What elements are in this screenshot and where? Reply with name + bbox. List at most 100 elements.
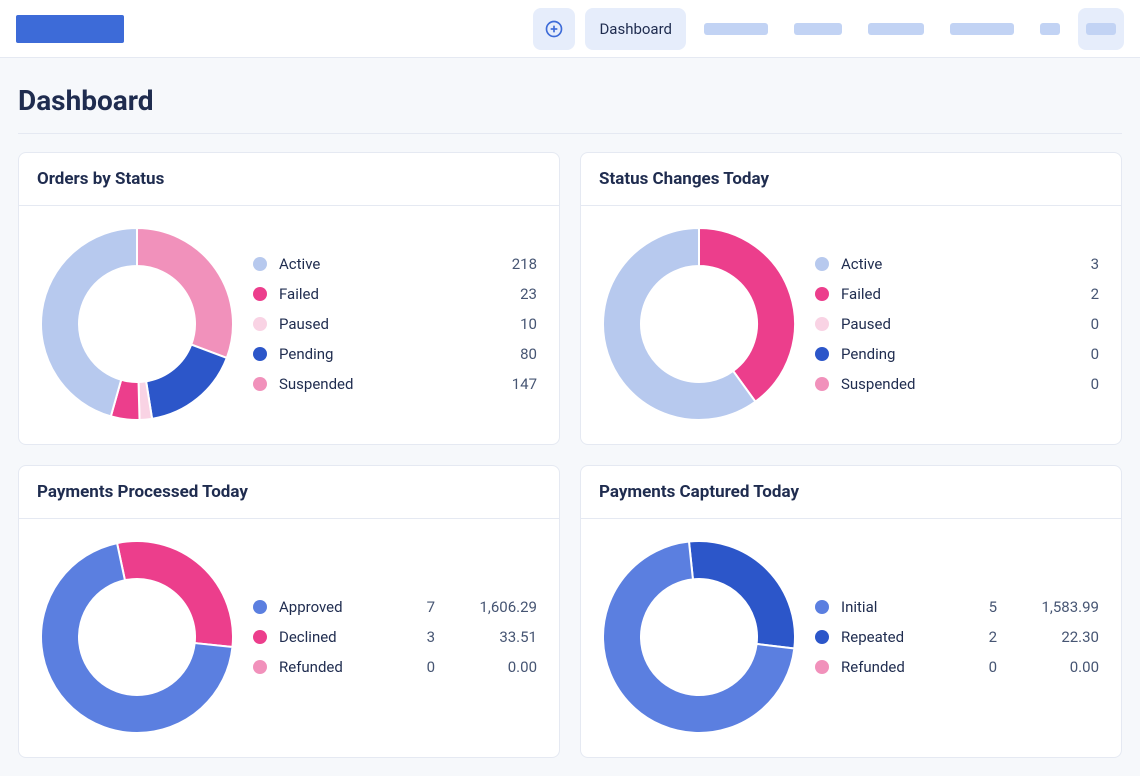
legend-label: Initial xyxy=(841,598,949,616)
legend-swatch xyxy=(815,377,829,391)
nav-tab-placeholder[interactable] xyxy=(942,8,1022,50)
legend-label: Refunded xyxy=(841,658,949,676)
legend-row-paused: Paused10 xyxy=(253,309,537,339)
legend-count: 2 xyxy=(961,628,997,646)
legend-label: Declined xyxy=(279,628,387,646)
legend-label: Active xyxy=(841,255,1027,273)
legend-row-failed: Failed2 xyxy=(815,279,1099,309)
legend-swatch xyxy=(253,660,267,674)
legend-swatch xyxy=(815,287,829,301)
plus-circle-icon xyxy=(544,19,564,39)
legend-amount: 0.00 xyxy=(1009,658,1099,676)
nav-tab-label: Dashboard xyxy=(599,20,672,38)
legend-row-suspended: Suspended 0 xyxy=(815,369,1099,399)
legend-row-paused: Paused 0 xyxy=(815,309,1099,339)
nav-tab-placeholder[interactable] xyxy=(860,8,932,50)
legend-count: 2 xyxy=(1039,285,1099,303)
panel-body: Active218Failed23Paused10Pending80Suspen… xyxy=(19,206,559,444)
donut-slice-pending xyxy=(146,345,227,419)
legend-count: 0 xyxy=(961,658,997,676)
legend-count: 0 xyxy=(1039,375,1099,393)
panel-payments-processed-today: Payments Processed Today Approved71,606.2… xyxy=(18,465,560,758)
panel-title: Payments Captured Today xyxy=(581,466,1121,519)
legend: Active 3 Failed2 Paused 0 Pending 0 Suspended 0 xyxy=(815,249,1099,399)
panel-status-changes-today: Status Changes TodayActive3Failed2Paused… xyxy=(580,152,1122,445)
donut-slice-suspended xyxy=(137,228,233,358)
legend-row-active: Active 3 xyxy=(815,249,1099,279)
legend-label: Approved xyxy=(279,598,387,616)
legend-count: 23 xyxy=(477,285,537,303)
panel-body: Approved71,606.29Declined333.51 Refunded 0… xyxy=(19,519,559,757)
legend: Approved71,606.29Declined333.51 Refunded 0… xyxy=(253,592,537,682)
legend-swatch xyxy=(253,600,267,614)
legend-swatch xyxy=(815,600,829,614)
legend-label: Suspended xyxy=(841,375,1027,393)
nav-tab-placeholder[interactable] xyxy=(696,8,776,50)
legend-amount: 22.30 xyxy=(1009,628,1099,646)
page: Dashboard Orders by Status Active 218 Faile… xyxy=(0,58,1140,776)
legend-swatch xyxy=(253,377,267,391)
legend-count: 3 xyxy=(1039,255,1099,273)
legend-row-active: Active 218 xyxy=(253,249,537,279)
legend-count: 0 xyxy=(399,658,435,676)
donut-chart xyxy=(599,537,799,737)
legend-swatch xyxy=(253,287,267,301)
nav-tab-placeholder[interactable] xyxy=(1032,8,1068,50)
page-title: Dashboard xyxy=(18,84,1122,117)
panel-title: Orders by Status xyxy=(19,153,559,206)
add-button[interactable] xyxy=(533,8,575,50)
legend-label: Paused xyxy=(841,315,1027,333)
legend-count: 10 xyxy=(477,315,537,333)
panel-orders-by-status: Orders by Status Active 218 Failed23Paused1… xyxy=(18,152,560,445)
legend-swatch xyxy=(815,257,829,271)
legend-swatch xyxy=(253,317,267,331)
legend-label: Refunded xyxy=(279,658,387,676)
legend-row-failed: Failed23 xyxy=(253,279,537,309)
legend-row-refunded: Refunded 0 0.00 xyxy=(815,652,1099,682)
donut-chart xyxy=(37,537,237,737)
legend-label: Suspended xyxy=(279,375,465,393)
donut-chart xyxy=(599,224,799,424)
legend-swatch xyxy=(815,660,829,674)
donut-slice-declined xyxy=(117,541,233,647)
legend-swatch xyxy=(815,630,829,644)
legend: Initial51,583.99Repeated222.30Refunded00… xyxy=(815,592,1099,682)
legend-row-initial: Initial 5 1,583.99 xyxy=(815,592,1099,622)
nav-tab-placeholder[interactable] xyxy=(786,8,850,50)
legend-amount: 33.51 xyxy=(447,628,537,646)
legend-row-pending: Pending80 xyxy=(253,339,537,369)
top-bar: Dashboard xyxy=(0,0,1140,58)
brand-logo[interactable] xyxy=(16,15,124,43)
legend-row-pending: Pending 0 xyxy=(815,339,1099,369)
legend-count: 80 xyxy=(477,345,537,363)
legend-row-declined: Declined333.51 xyxy=(253,622,537,652)
legend-count: 0 xyxy=(1039,345,1099,363)
legend-label: Pending xyxy=(841,345,1027,363)
panel-title: Payments Processed Today xyxy=(19,466,559,519)
legend-swatch xyxy=(253,347,267,361)
legend-row-repeated: Repeated222.30 xyxy=(815,622,1099,652)
nav-tab-placeholder[interactable] xyxy=(1078,8,1124,50)
panel-payments-captured-today: Payments Captured Today Initial 5 1,583.99 R… xyxy=(580,465,1122,758)
legend-label: Active xyxy=(279,255,465,273)
donut-slice-repeated xyxy=(689,541,795,648)
legend-row-approved: Approved71,606.29 xyxy=(253,592,537,622)
legend-swatch xyxy=(815,347,829,361)
donut-chart xyxy=(37,224,237,424)
legend-count: 0 xyxy=(1039,315,1099,333)
legend-amount: 0.00 xyxy=(447,658,537,676)
nav-placeholder-group xyxy=(696,8,1124,50)
panel-title: Status Changes Today xyxy=(581,153,1121,206)
donut-slice-failed xyxy=(699,228,795,402)
legend-swatch xyxy=(815,317,829,331)
panel-body: Initial51,583.99Repeated222.30Refunded00… xyxy=(581,519,1121,757)
legend-count: 5 xyxy=(961,598,997,616)
nav-tab-dashboard[interactable]: Dashboard xyxy=(585,8,686,50)
legend-amount: 1,583.99 xyxy=(1009,598,1099,616)
legend-swatch xyxy=(253,630,267,644)
legend-row-refunded: Refunded 0 0.00 xyxy=(253,652,537,682)
panel-body: Active 3 Failed2 Paused 0 Pending 0 Suspended 0 xyxy=(581,206,1121,444)
legend-row-suspended: Suspended 147 xyxy=(253,369,537,399)
legend-count: 147 xyxy=(477,375,537,393)
legend-count: 218 xyxy=(477,255,537,273)
